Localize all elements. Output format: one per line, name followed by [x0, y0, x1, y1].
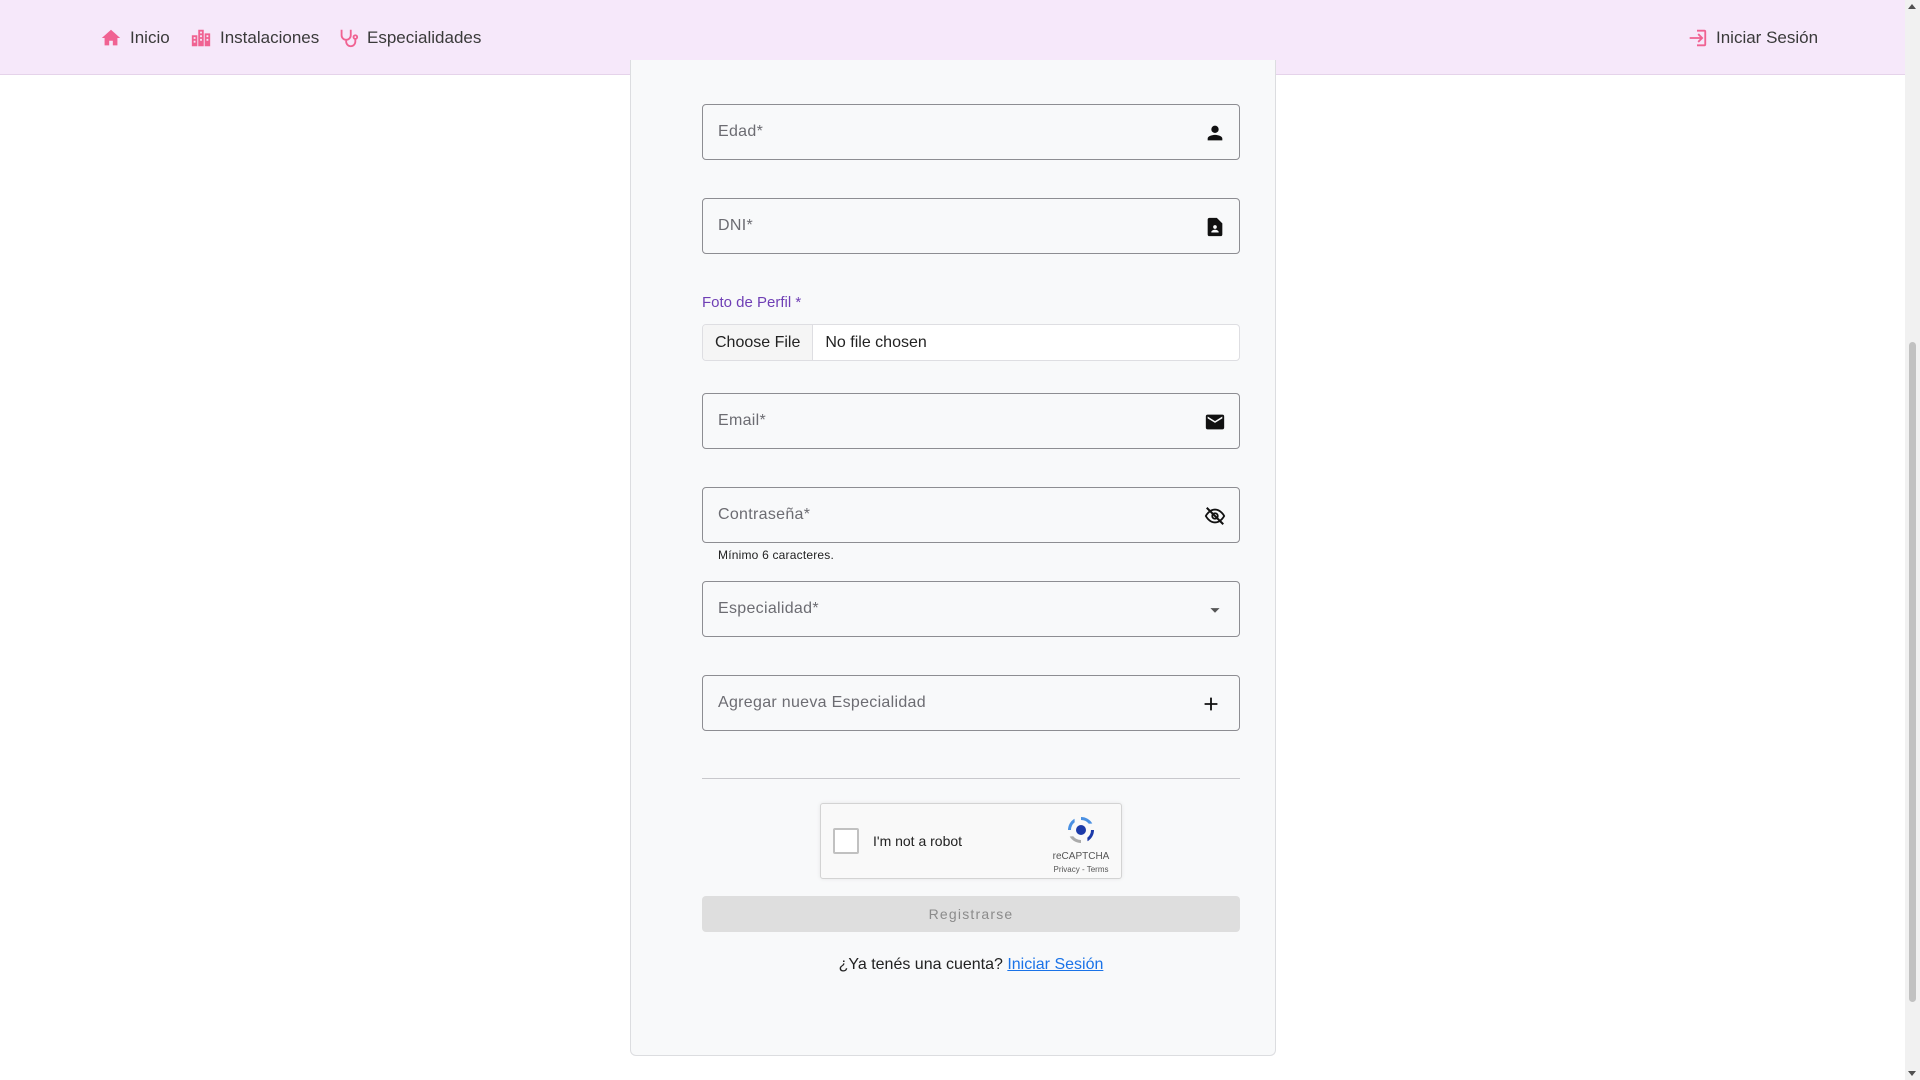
account-question: ¿Ya tenés una cuenta? [838, 956, 1003, 973]
age-placeholder: Edad* [718, 123, 764, 140]
dni-placeholder: DNI* [718, 217, 753, 234]
form-divider [702, 778, 1240, 779]
page-scrollbar[interactable] [1905, 0, 1920, 1080]
recaptcha-brand: reCAPTCHA [1052, 851, 1110, 862]
nav-home-label: Inicio [130, 28, 170, 47]
person-icon [1203, 121, 1227, 145]
age-field[interactable]: Edad* [702, 104, 1240, 160]
scroll-thumb[interactable] [1909, 342, 1916, 1002]
profile-photo-label: Foto de Perfil * [702, 294, 802, 311]
nav-login-label: Iniciar Sesión [1716, 28, 1819, 47]
nav-facilities-link[interactable]: Instalaciones [190, 26, 319, 50]
scroll-up-arrow-icon[interactable] [1908, 4, 1916, 9]
register-button[interactable]: Registrarse [702, 896, 1240, 932]
password-hint: Mínimo 6 caracteres. [718, 548, 835, 562]
login-link[interactable]: Iniciar Sesión [1007, 956, 1103, 973]
stethoscope-icon [340, 29, 359, 48]
recaptcha-checkbox[interactable] [833, 828, 859, 854]
buildings-icon [191, 29, 211, 47]
email-field[interactable]: Email* [702, 393, 1240, 449]
file-status-text: No file chosen [825, 333, 927, 351]
email-placeholder: Email* [718, 412, 767, 429]
eye-off-icon[interactable] [1203, 504, 1227, 528]
nav-specialties-link[interactable]: Especialidades [337, 26, 481, 50]
recaptcha-label: I'm not a robot [873, 833, 963, 849]
profile-photo-input[interactable]: Choose File No file chosen [702, 324, 1240, 361]
recaptcha-privacy-terms-links[interactable]: Privacy - Terms [1043, 865, 1119, 874]
id-card-icon [1203, 215, 1227, 239]
recaptcha-widget: I'm not a robot reCAPTCHA Privacy - Term… [820, 803, 1122, 879]
login-icon [1689, 29, 1707, 47]
nav-specialties-label: Especialidades [367, 28, 482, 47]
mail-icon [1203, 410, 1227, 434]
plus-icon[interactable] [1199, 692, 1223, 716]
scroll-down-arrow-icon[interactable] [1908, 1071, 1916, 1076]
specialty-select[interactable]: Especialidad* [702, 581, 1240, 637]
new-specialty-placeholder: Agregar nueva Especialidad [718, 694, 926, 711]
nav-login-link[interactable]: Iniciar Sesión [1686, 26, 1818, 50]
login-prompt: ¿Ya tenés una cuenta? Iniciar Sesión [702, 956, 1240, 974]
password-field[interactable]: Contraseña* [702, 487, 1240, 543]
recaptcha-logo-icon [1067, 816, 1095, 844]
dropdown-arrow-icon[interactable] [1203, 598, 1227, 622]
nav-home-link[interactable]: Inicio [100, 26, 170, 50]
dni-field[interactable]: DNI* [702, 198, 1240, 254]
new-specialty-field[interactable]: Agregar nueva Especialidad [702, 675, 1240, 731]
password-placeholder: Contraseña* [718, 506, 811, 523]
choose-file-button[interactable]: Choose File [703, 325, 814, 360]
nav-facilities-label: Instalaciones [220, 28, 320, 47]
specialty-placeholder: Especialidad* [718, 600, 819, 617]
home-icon [101, 29, 121, 46]
